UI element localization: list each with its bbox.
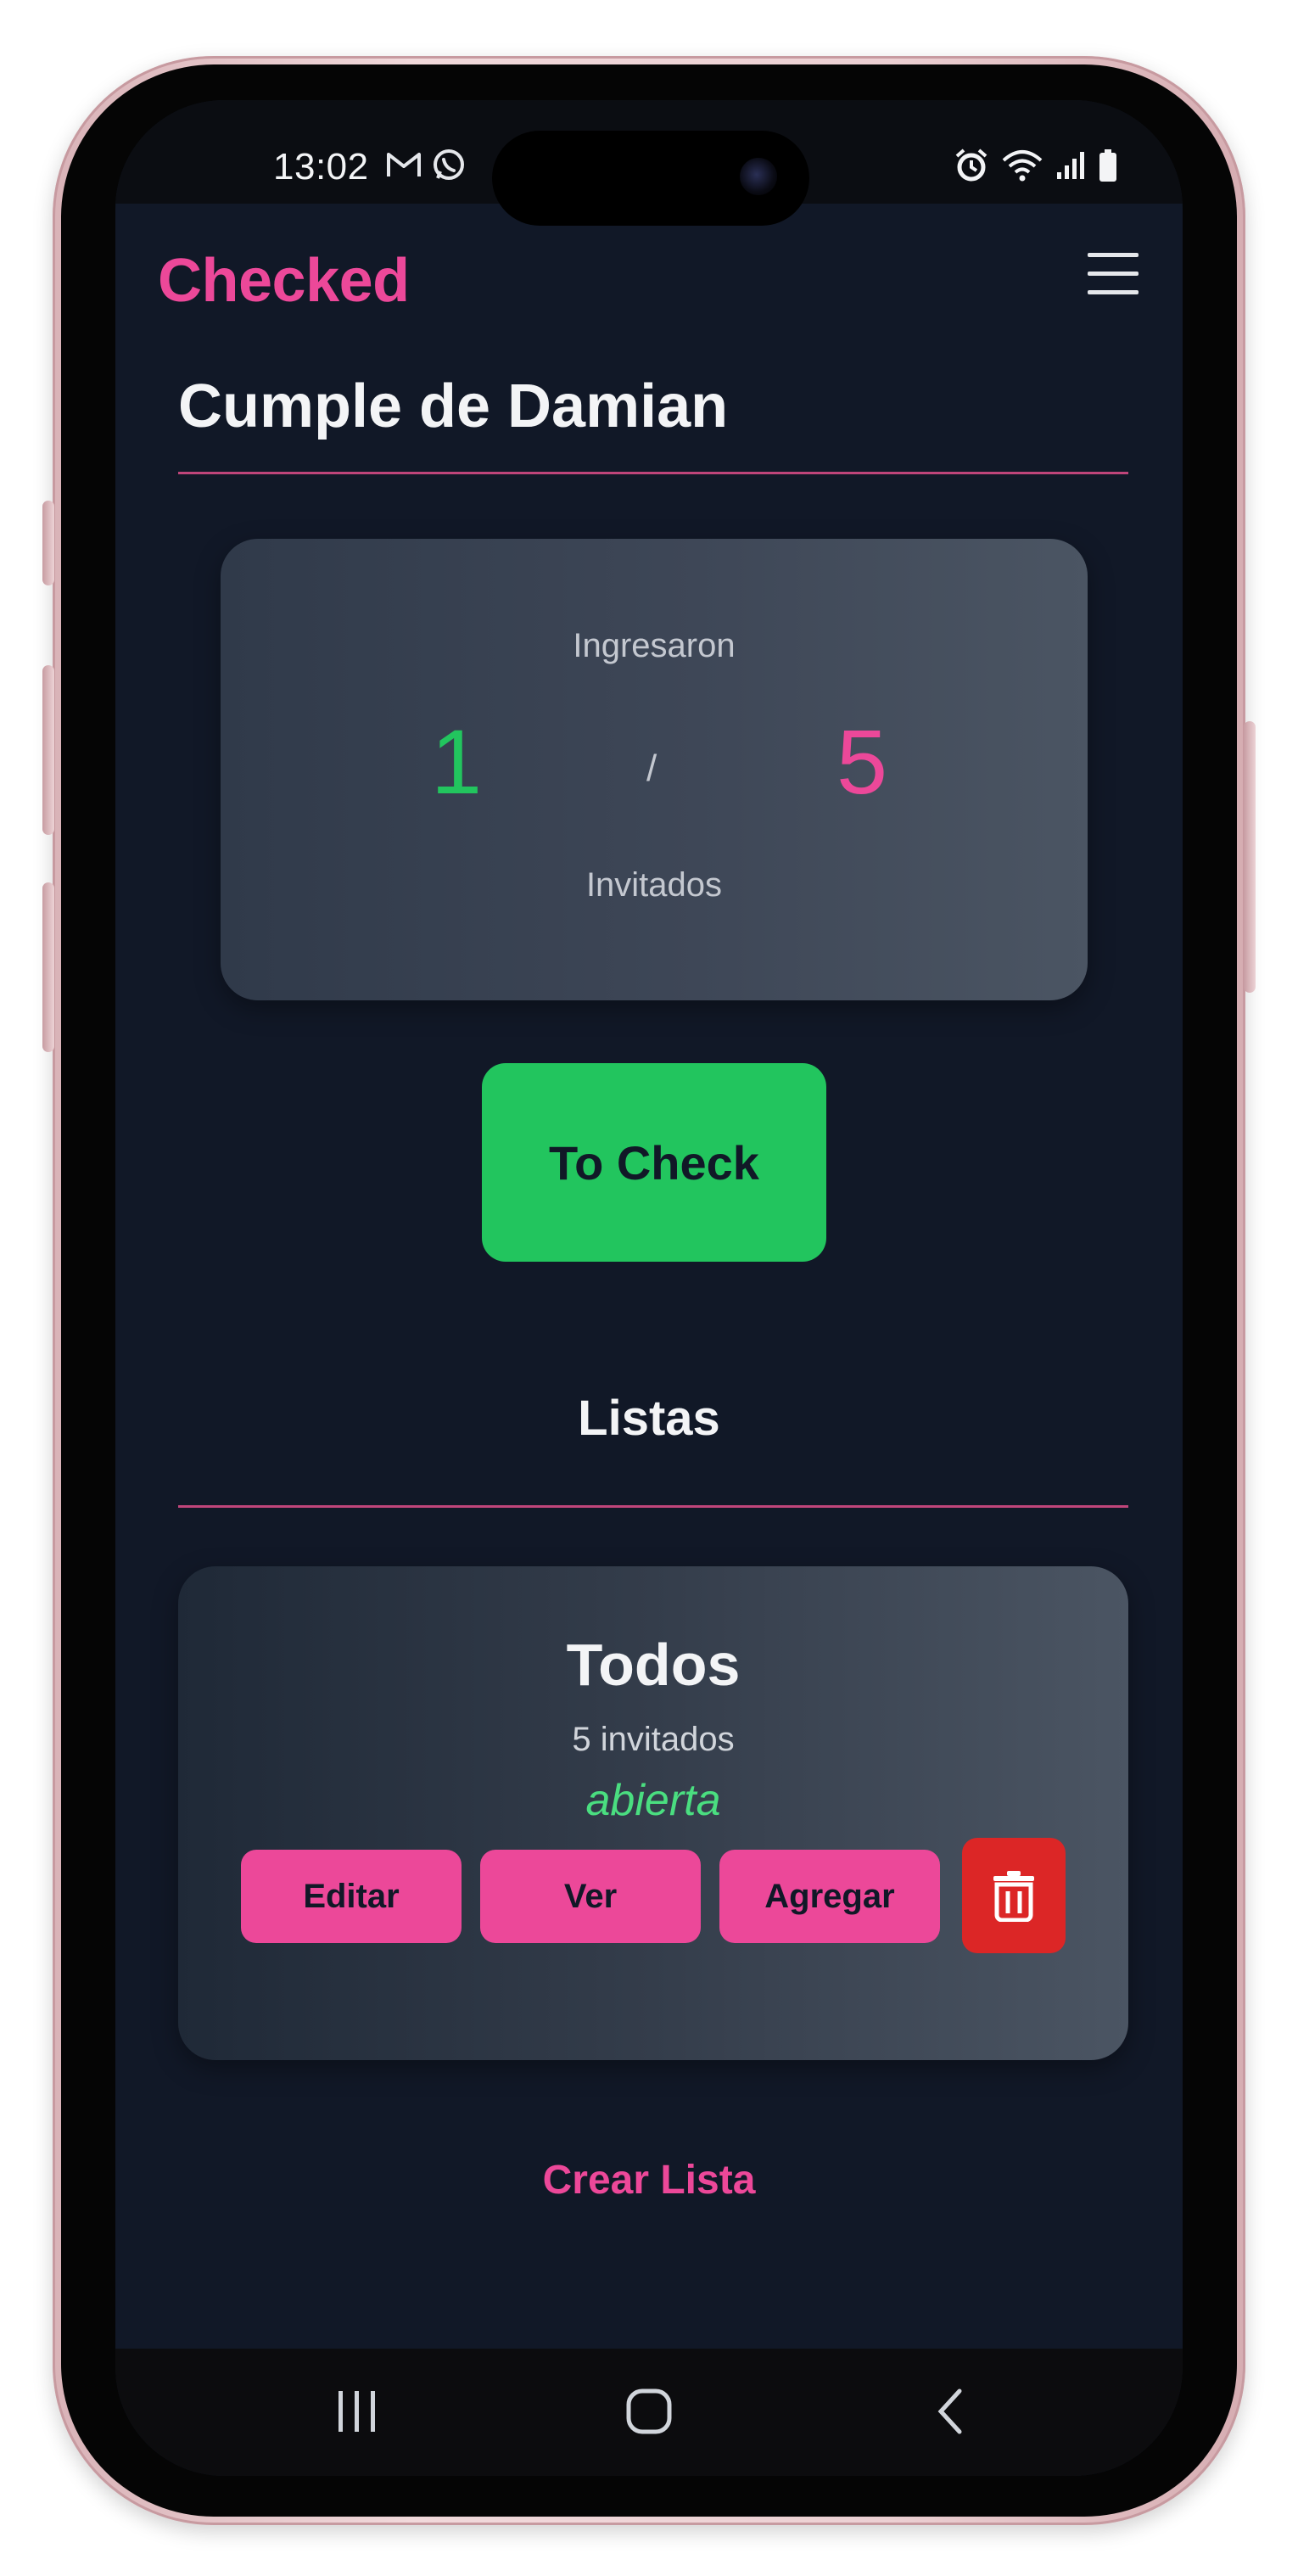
system-icons — [954, 148, 1118, 183]
battery-icon — [1099, 149, 1116, 182]
checked-in-label: Ingresaron — [573, 627, 736, 664]
guest-total-count: 5 — [836, 710, 888, 813]
add-button[interactable]: Agregar — [719, 1850, 940, 1943]
list-name: Todos — [566, 1632, 741, 1698]
whatsapp-icon — [434, 149, 464, 180]
list-guest-count: 5 invitados — [572, 1721, 735, 1758]
alarm-icon — [955, 148, 987, 182]
app-brand[interactable]: Checked — [158, 246, 410, 316]
phone-screen: 13:02 Checked Cumple de Damian Ingresaro… — [115, 100, 1183, 2476]
status-time: 13:02 — [273, 146, 369, 188]
guests-label: Invitados — [585, 866, 723, 904]
trash-icon — [993, 1871, 1034, 1922]
view-button[interactable]: Ver — [480, 1850, 701, 1943]
back-icon[interactable] — [921, 2386, 981, 2437]
volume-down-button — [42, 882, 54, 1052]
wifi-icon — [1002, 150, 1043, 182]
to-check-button[interactable]: To Check — [482, 1063, 826, 1262]
lists-divider — [178, 1505, 1128, 1508]
attendance-card: Ingresaron 1 / 5 Invitados — [221, 539, 1088, 1000]
system-nav-bar — [115, 2349, 1183, 2476]
edit-button[interactable]: Editar — [241, 1850, 462, 1943]
delete-button[interactable] — [962, 1838, 1066, 1953]
recent-apps-icon[interactable] — [327, 2386, 387, 2437]
checked-in-count: 1 — [431, 710, 483, 813]
home-icon[interactable] — [619, 2386, 679, 2437]
gmail-icon — [387, 153, 421, 176]
action-button — [42, 501, 54, 585]
list-status-badge: abierta — [585, 1776, 721, 1825]
title-divider — [178, 472, 1128, 474]
create-list-link[interactable]: Crear Lista — [115, 2157, 1183, 2204]
front-camera — [740, 158, 777, 195]
power-button — [1244, 721, 1256, 993]
notification-icons — [385, 148, 467, 183]
event-title: Cumple de Damian — [178, 372, 729, 440]
lists-section-title: Listas — [578, 1391, 720, 1446]
volume-up-button — [42, 665, 54, 835]
signal-icon — [1057, 152, 1084, 179]
hamburger-menu-icon[interactable] — [1088, 249, 1139, 297]
stat-separator: / — [646, 748, 657, 789]
list-item: Todos 5 invitados abierta Editar Ver Agr… — [178, 1566, 1128, 2060]
